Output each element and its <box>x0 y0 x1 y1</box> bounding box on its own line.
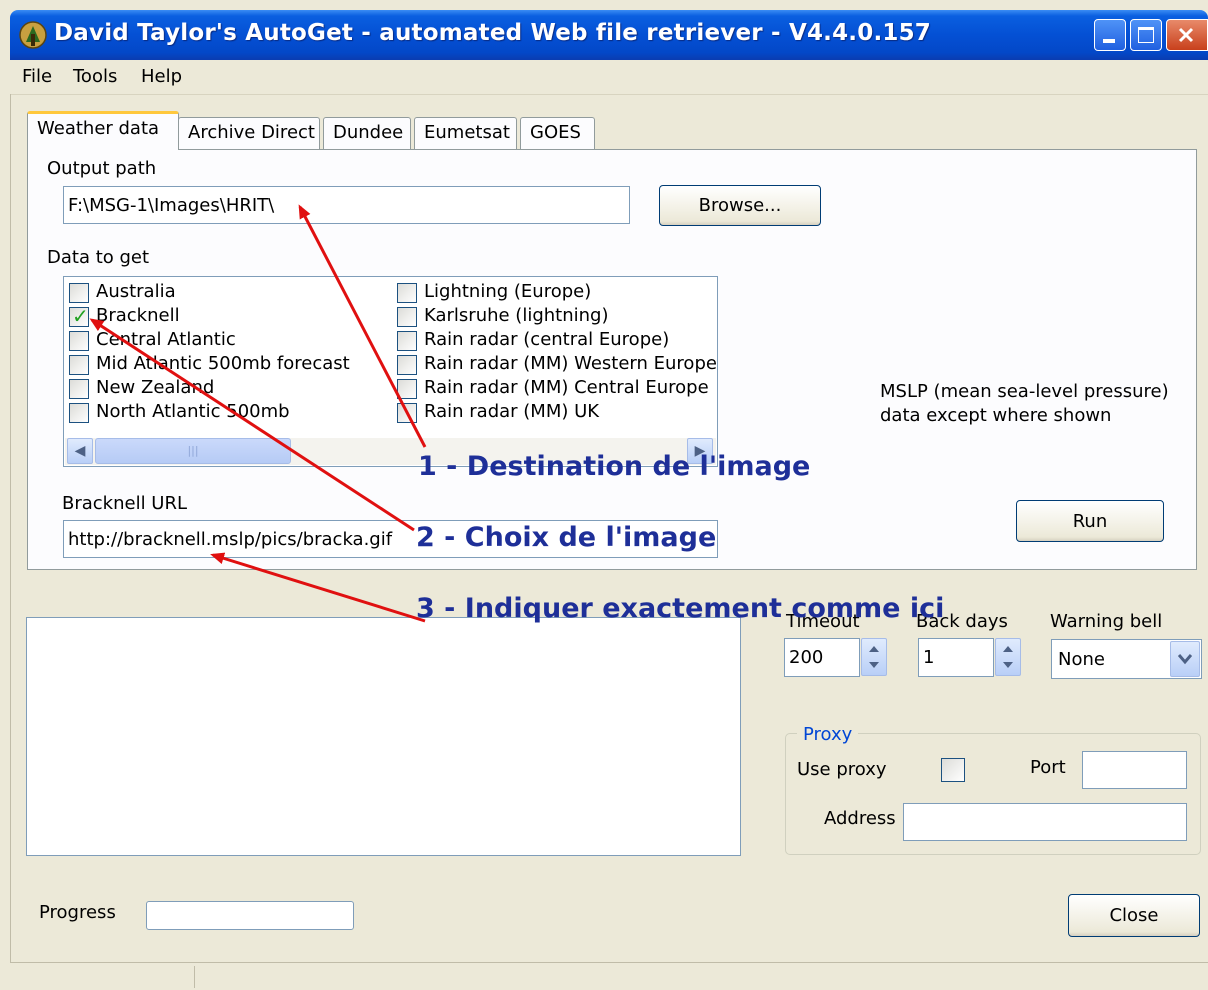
annotation-choice: 2 - Choix de l'image <box>416 522 717 553</box>
annotation-arrows <box>89 204 427 623</box>
annotation-destination: 1 - Destination de l'image <box>418 451 811 482</box>
annotation-url: 3 - Indiquer exactement comme ici <box>416 593 945 624</box>
arrow-choice <box>89 318 415 532</box>
arrow-url <box>210 552 426 623</box>
tab-weather-data[interactable]: Weather data <box>27 111 179 150</box>
arrow-destination <box>298 204 427 448</box>
